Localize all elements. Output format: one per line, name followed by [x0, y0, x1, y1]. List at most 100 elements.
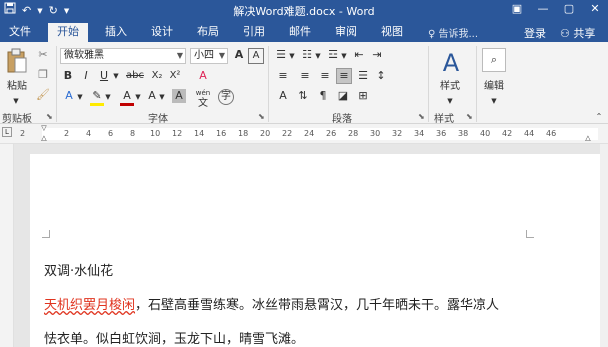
ruler-number: 42 — [502, 129, 513, 138]
document-area[interactable]: 双调·水仙花 天机织罢月梭闲，石壁高垂雪练寒。冰丝带雨悬霄汉，几千年晒未干。露华… — [14, 144, 608, 347]
chinese-layout-icon[interactable]: A — [276, 89, 290, 103]
copy-icon[interactable]: ❐ — [36, 68, 50, 82]
line-spacing-icon[interactable]: ↕ — [374, 69, 388, 83]
ribbon-display-options-icon[interactable]: ▣ — [510, 2, 524, 15]
paragraph-launcher-icon[interactable]: ⬊ — [418, 112, 425, 121]
bullets-icon[interactable]: ☰ — [274, 48, 288, 62]
cut-icon[interactable]: ✂ — [36, 48, 50, 62]
align-center-icon[interactable]: ≡ — [298, 69, 312, 83]
clear-formatting-icon[interactable]: A — [196, 69, 210, 83]
doc-line-title[interactable]: 双调·水仙花 — [44, 260, 113, 279]
subscript-icon[interactable]: X₂ — [150, 69, 164, 83]
login-button[interactable]: 登录 — [524, 25, 546, 41]
text-effects-icon[interactable]: A — [62, 89, 76, 103]
font-increase-icon[interactable]: A — [232, 48, 246, 62]
tab-mailings[interactable]: 邮件 — [284, 23, 316, 42]
underline-icon[interactable]: U — [98, 69, 110, 83]
ruler-number: 26 — [326, 129, 337, 138]
tell-me-search[interactable]: ♀ 告诉我... — [428, 25, 478, 40]
multilevel-list-icon[interactable]: ☲ — [326, 48, 340, 62]
pinyin-guide-icon[interactable]: wén 文 — [194, 87, 212, 109]
format-painter-icon[interactable]: 🖌 — [36, 88, 50, 102]
vertical-scrollbar[interactable] — [600, 144, 608, 347]
shading-icon[interactable]: ◪ — [336, 89, 350, 103]
paste-icon[interactable] — [4, 48, 30, 78]
tab-layout[interactable]: 布局 — [192, 23, 224, 42]
ruler-number: 36 — [436, 129, 447, 138]
paste-dropdown-icon[interactable]: ▼ — [12, 94, 20, 108]
bullets-dropdown-icon[interactable]: ▼ — [288, 49, 296, 63]
right-indent-marker[interactable]: △ — [584, 134, 592, 142]
doc-line-2[interactable]: 怯衣单。似白虹饮涧，玉龙下山，晴雪飞滩。 — [44, 328, 304, 347]
tab-file[interactable]: 文件 — [4, 23, 36, 42]
character-shading-icon[interactable]: A — [172, 89, 186, 103]
tab-home[interactable]: 开始 — [48, 23, 88, 42]
font-size-combo[interactable]: 小四 ▼ — [190, 48, 228, 64]
font-color-icon[interactable]: A — [120, 89, 134, 106]
document-page[interactable]: 双调·水仙花 天机织罢月梭闲，石壁高垂雪练寒。冰丝带雨悬霄汉，几千年晒未干。露华… — [30, 154, 608, 347]
multilevel-dropdown-icon[interactable]: ▼ — [340, 49, 348, 63]
sort-icon[interactable]: ⇅ — [296, 89, 310, 103]
tab-insert[interactable]: 插入 — [100, 23, 132, 42]
underline-dropdown-icon[interactable]: ▼ — [112, 69, 120, 83]
editing-button-label[interactable]: 编辑 — [478, 80, 510, 94]
highlight-icon[interactable]: ✎ — [90, 89, 104, 106]
font-color-dropdown-icon[interactable]: ▼ — [134, 90, 142, 104]
chevron-down-icon: ▼ — [218, 51, 225, 60]
ruler-number: 38 — [458, 129, 469, 138]
font-launcher-icon[interactable]: ⬊ — [258, 112, 265, 121]
italic-icon[interactable]: I — [80, 69, 92, 83]
borders-icon[interactable]: ⊞ — [356, 89, 370, 103]
restore-icon[interactable]: ▢ — [562, 2, 576, 15]
close-icon[interactable]: ✕ — [588, 2, 602, 15]
phonetic-guide-icon[interactable]: A — [248, 48, 264, 64]
superscript-icon[interactable]: X² — [168, 69, 182, 83]
align-left-icon[interactable]: ≡ — [276, 69, 290, 83]
font-case-dropdown-icon[interactable]: ▼ — [158, 90, 166, 104]
chevron-down-icon: ▼ — [176, 51, 183, 60]
tab-references[interactable]: 引用 — [238, 23, 270, 42]
bold-icon[interactable]: B — [62, 69, 74, 83]
tab-selector-icon[interactable]: L — [2, 127, 12, 137]
tab-design[interactable]: 设计 — [146, 23, 178, 42]
hanging-indent-marker[interactable]: △ — [40, 134, 48, 142]
numbering-dropdown-icon[interactable]: ▼ — [314, 49, 322, 63]
editing-dropdown-icon[interactable]: ▼ — [490, 94, 498, 108]
distributed-icon[interactable]: ☰ — [356, 69, 370, 83]
paste-label[interactable]: 粘贴 — [2, 80, 32, 94]
numbering-icon[interactable]: ☷ — [300, 48, 314, 62]
search-icon[interactable]: ⌕ — [482, 48, 506, 72]
styles-dropdown-icon[interactable]: ▼ — [446, 94, 454, 108]
increase-indent-icon[interactable]: ⇥ — [370, 48, 384, 62]
share-button[interactable]: ⚇ 共享 — [560, 25, 595, 41]
person-icon: ⚇ — [560, 27, 570, 40]
doc-line-1[interactable]: 天机织罢月梭闲，石壁高垂雪练寒。冰丝带雨悬霄汉，几千年晒未干。露华凉人 — [44, 294, 499, 313]
ruler-number: 6 — [108, 129, 114, 138]
misspelled-text[interactable]: 天机织罢月梭闲 — [44, 298, 135, 313]
strikethrough-icon[interactable]: abc — [124, 69, 146, 83]
collapse-ribbon-icon[interactable]: ⌃ — [594, 110, 604, 124]
tab-view[interactable]: 视图 — [376, 23, 408, 42]
justify-icon[interactable]: ≡ — [336, 68, 352, 84]
font-decrease-icon[interactable]: A — [146, 89, 158, 103]
paragraph-group-label: 段落 — [332, 114, 352, 125]
styles-launcher-icon[interactable]: ⬊ — [466, 112, 473, 121]
first-line-indent-marker[interactable]: ▽ — [40, 124, 48, 132]
vertical-ruler[interactable] — [0, 144, 14, 347]
font-name-combo[interactable]: 微软雅黑 ▼ — [60, 48, 186, 64]
text-effects-dropdown-icon[interactable]: ▼ — [76, 90, 84, 104]
highlight-dropdown-icon[interactable]: ▼ — [104, 90, 112, 104]
clipboard-group-label: 剪贴板 — [2, 114, 32, 125]
horizontal-ruler[interactable]: L 2 2 4 6 8 10 12 14 16 18 20 22 24 26 2… — [0, 124, 608, 144]
share-label: 共享 — [573, 27, 596, 40]
align-right-icon[interactable]: ≡ — [318, 69, 332, 83]
minimize-icon[interactable]: — — [536, 2, 550, 15]
enclose-characters-icon[interactable]: 字 — [218, 89, 234, 105]
show-marks-icon[interactable]: ¶ — [316, 89, 330, 103]
decrease-indent-icon[interactable]: ⇤ — [352, 48, 366, 62]
styles-icon[interactable]: A — [436, 48, 466, 78]
ruler-number: 4 — [86, 129, 92, 138]
tab-review[interactable]: 审阅 — [330, 23, 362, 42]
styles-button-label[interactable]: 样式 — [432, 80, 468, 94]
clipboard-launcher-icon[interactable]: ⬊ — [46, 112, 53, 121]
